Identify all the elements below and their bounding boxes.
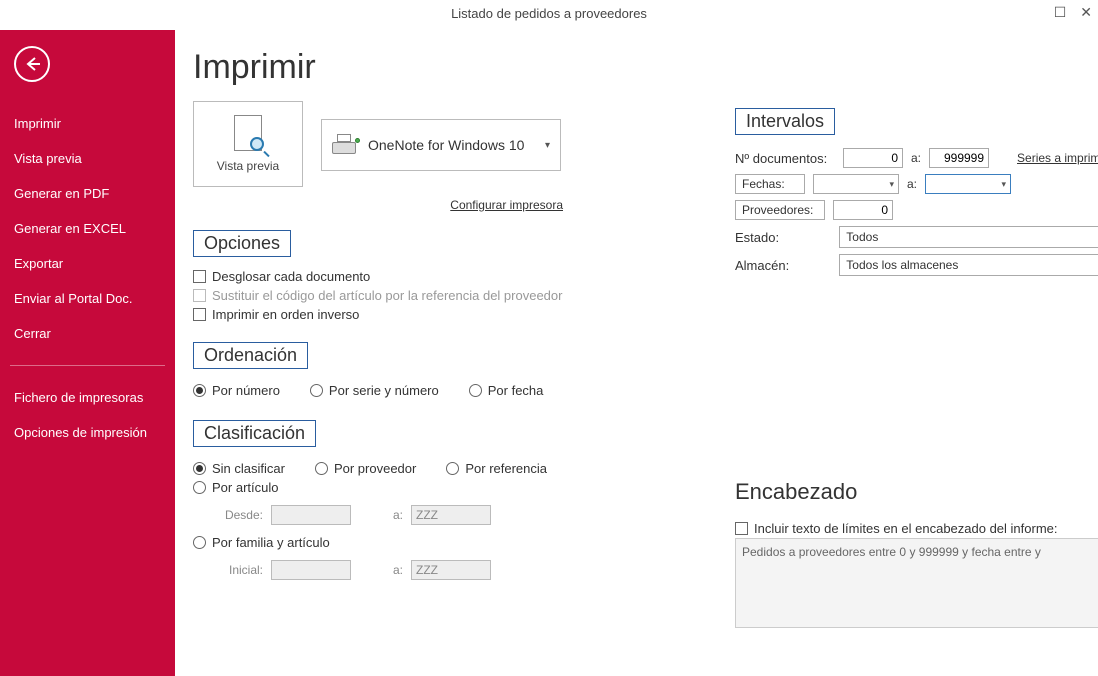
sidebar-item-exportar[interactable]: Exportar — [10, 246, 165, 281]
configure-printer-link[interactable]: Configurar impresora — [450, 198, 563, 212]
printer-icon — [332, 134, 358, 156]
radio-por-fecha[interactable]: Por fecha — [469, 383, 544, 398]
a-label: a: — [359, 508, 403, 522]
radio-icon — [193, 536, 206, 549]
window-controls: ☐ ✕ — [1054, 4, 1092, 21]
titlebar: Listado de pedidos a proveedores ☐ ✕ — [0, 0, 1098, 30]
window-title: Listado de pedidos a proveedores — [0, 0, 1098, 21]
sep-a-2: a: — [907, 177, 917, 191]
preview-button[interactable]: Vista previa — [193, 101, 303, 187]
radio-label-por-fecha: Por fecha — [488, 383, 544, 398]
familia-hasta-input[interactable] — [411, 560, 491, 580]
radio-por-numero[interactable]: Por número — [193, 383, 280, 398]
section-encabezado: Encabezado — [735, 479, 1098, 505]
main-panel: Imprimir Vista previa OneNote for Window… — [175, 30, 1098, 676]
radio-icon — [469, 384, 482, 397]
section-clasificacion: Clasificación — [193, 420, 316, 447]
radio-por-proveedor[interactable]: Por proveedor — [315, 461, 416, 476]
almacen-value: Todos los almacenes — [846, 258, 958, 272]
section-ordenacion: Ordenación — [193, 342, 308, 369]
encabezado-textarea[interactable]: Pedidos a proveedores entre 0 y 999999 y… — [735, 538, 1098, 628]
close-icon[interactable]: ✕ — [1080, 4, 1092, 21]
radio-label-por-numero: Por número — [212, 383, 280, 398]
sidebar-item-imprimir[interactable]: Imprimir — [10, 106, 165, 141]
printer-select[interactable]: OneNote for Windows 10 ▾ — [321, 119, 561, 171]
checkbox-inverso[interactable] — [193, 308, 206, 321]
fecha-to-input[interactable]: ▾ — [925, 174, 1011, 194]
series-link[interactable]: Series a imprimir: — [1017, 151, 1098, 165]
radio-icon — [193, 481, 206, 494]
radio-icon — [315, 462, 328, 475]
proveedores-label[interactable]: Proveedores: — [735, 200, 825, 220]
radio-label-por-referencia: Por referencia — [465, 461, 547, 476]
sidebar-item-opciones-impresion[interactable]: Opciones de impresión — [10, 415, 165, 450]
estado-value: Todos — [846, 230, 878, 244]
estado-select[interactable]: Todos ▾ — [839, 226, 1098, 248]
section-opciones: Opciones — [193, 230, 291, 257]
radio-label-por-articulo: Por artículo — [212, 480, 278, 495]
fechas-label[interactable]: Fechas: — [735, 174, 805, 194]
radio-sin-clasificar[interactable]: Sin clasificar — [193, 461, 285, 476]
desde-label: Desde: — [219, 508, 263, 522]
preview-caption: Vista previa — [217, 159, 279, 173]
radio-label-sin: Sin clasificar — [212, 461, 285, 476]
proveedor-from-input[interactable] — [833, 200, 893, 220]
sep-a-1: a: — [911, 151, 921, 165]
fecha-from-input[interactable]: ▾ — [813, 174, 899, 194]
sidebar-item-generar-excel[interactable]: Generar en EXCEL — [10, 211, 165, 246]
articulo-desde-input[interactable] — [271, 505, 351, 525]
sidebar-item-cerrar[interactable]: Cerrar — [10, 316, 165, 351]
estado-label: Estado: — [735, 230, 831, 245]
maximize-icon[interactable]: ☐ — [1054, 4, 1067, 21]
encabezado-text: Pedidos a proveedores entre 0 y 999999 y… — [742, 545, 1041, 559]
sidebar-item-generar-pdf[interactable]: Generar en PDF — [10, 176, 165, 211]
checkbox-sustituir — [193, 289, 206, 302]
radio-por-referencia[interactable]: Por referencia — [446, 461, 547, 476]
radio-por-serie[interactable]: Por serie y número — [310, 383, 439, 398]
chevron-down-icon: ▾ — [889, 179, 894, 190]
radio-icon — [446, 462, 459, 475]
chevron-down-icon: ▾ — [1001, 179, 1006, 190]
radio-icon — [193, 384, 206, 397]
articulo-hasta-input[interactable] — [411, 505, 491, 525]
almacen-label: Almacén: — [735, 258, 831, 273]
ndoc-label: Nº documentos: — [735, 151, 835, 166]
sidebar-item-fichero-impresoras[interactable]: Fichero de impresoras — [10, 380, 165, 415]
checkbox-desglosar[interactable] — [193, 270, 206, 283]
inicial-label: Inicial: — [219, 563, 263, 577]
chevron-down-icon: ▾ — [545, 140, 550, 151]
back-button[interactable] — [14, 46, 50, 82]
sidebar-item-enviar-portal[interactable]: Enviar al Portal Doc. — [10, 281, 165, 316]
option-inverso-label: Imprimir en orden inverso — [212, 307, 359, 322]
almacen-select[interactable]: Todos los almacenes ▾ — [839, 254, 1098, 276]
page-title: Imprimir — [193, 48, 1068, 87]
checkbox-incluir-limites[interactable] — [735, 522, 748, 535]
radio-label-por-serie: Por serie y número — [329, 383, 439, 398]
option-desglosar-label: Desglosar cada documento — [212, 269, 370, 284]
option-sustituir-label: Sustituir el código del artículo por la … — [212, 288, 562, 303]
radio-label-por-familia: Por familia y artículo — [212, 535, 330, 550]
familia-inicial-input[interactable] — [271, 560, 351, 580]
radio-label-por-proveedor: Por proveedor — [334, 461, 416, 476]
a-label-2: a: — [359, 563, 403, 577]
sidebar: Imprimir Vista previa Generar en PDF Gen… — [0, 30, 175, 676]
ndoc-to-input[interactable] — [929, 148, 989, 168]
sidebar-divider — [10, 365, 165, 366]
right-panel: Intervalos Nº documentos: a: Series a im… — [735, 90, 1098, 628]
section-intervalos: Intervalos — [735, 108, 835, 135]
encabezado-check-row[interactable]: Incluir texto de límites en el encabezad… — [735, 519, 1098, 538]
printer-selected-text: OneNote for Windows 10 — [368, 137, 535, 153]
encabezado-check-label: Incluir texto de límites en el encabezad… — [754, 521, 1058, 536]
radio-icon — [310, 384, 323, 397]
radio-icon — [193, 462, 206, 475]
preview-icon — [230, 115, 266, 155]
sidebar-item-vista-previa[interactable]: Vista previa — [10, 141, 165, 176]
ndoc-from-input[interactable] — [843, 148, 903, 168]
arrow-left-icon — [23, 55, 41, 73]
